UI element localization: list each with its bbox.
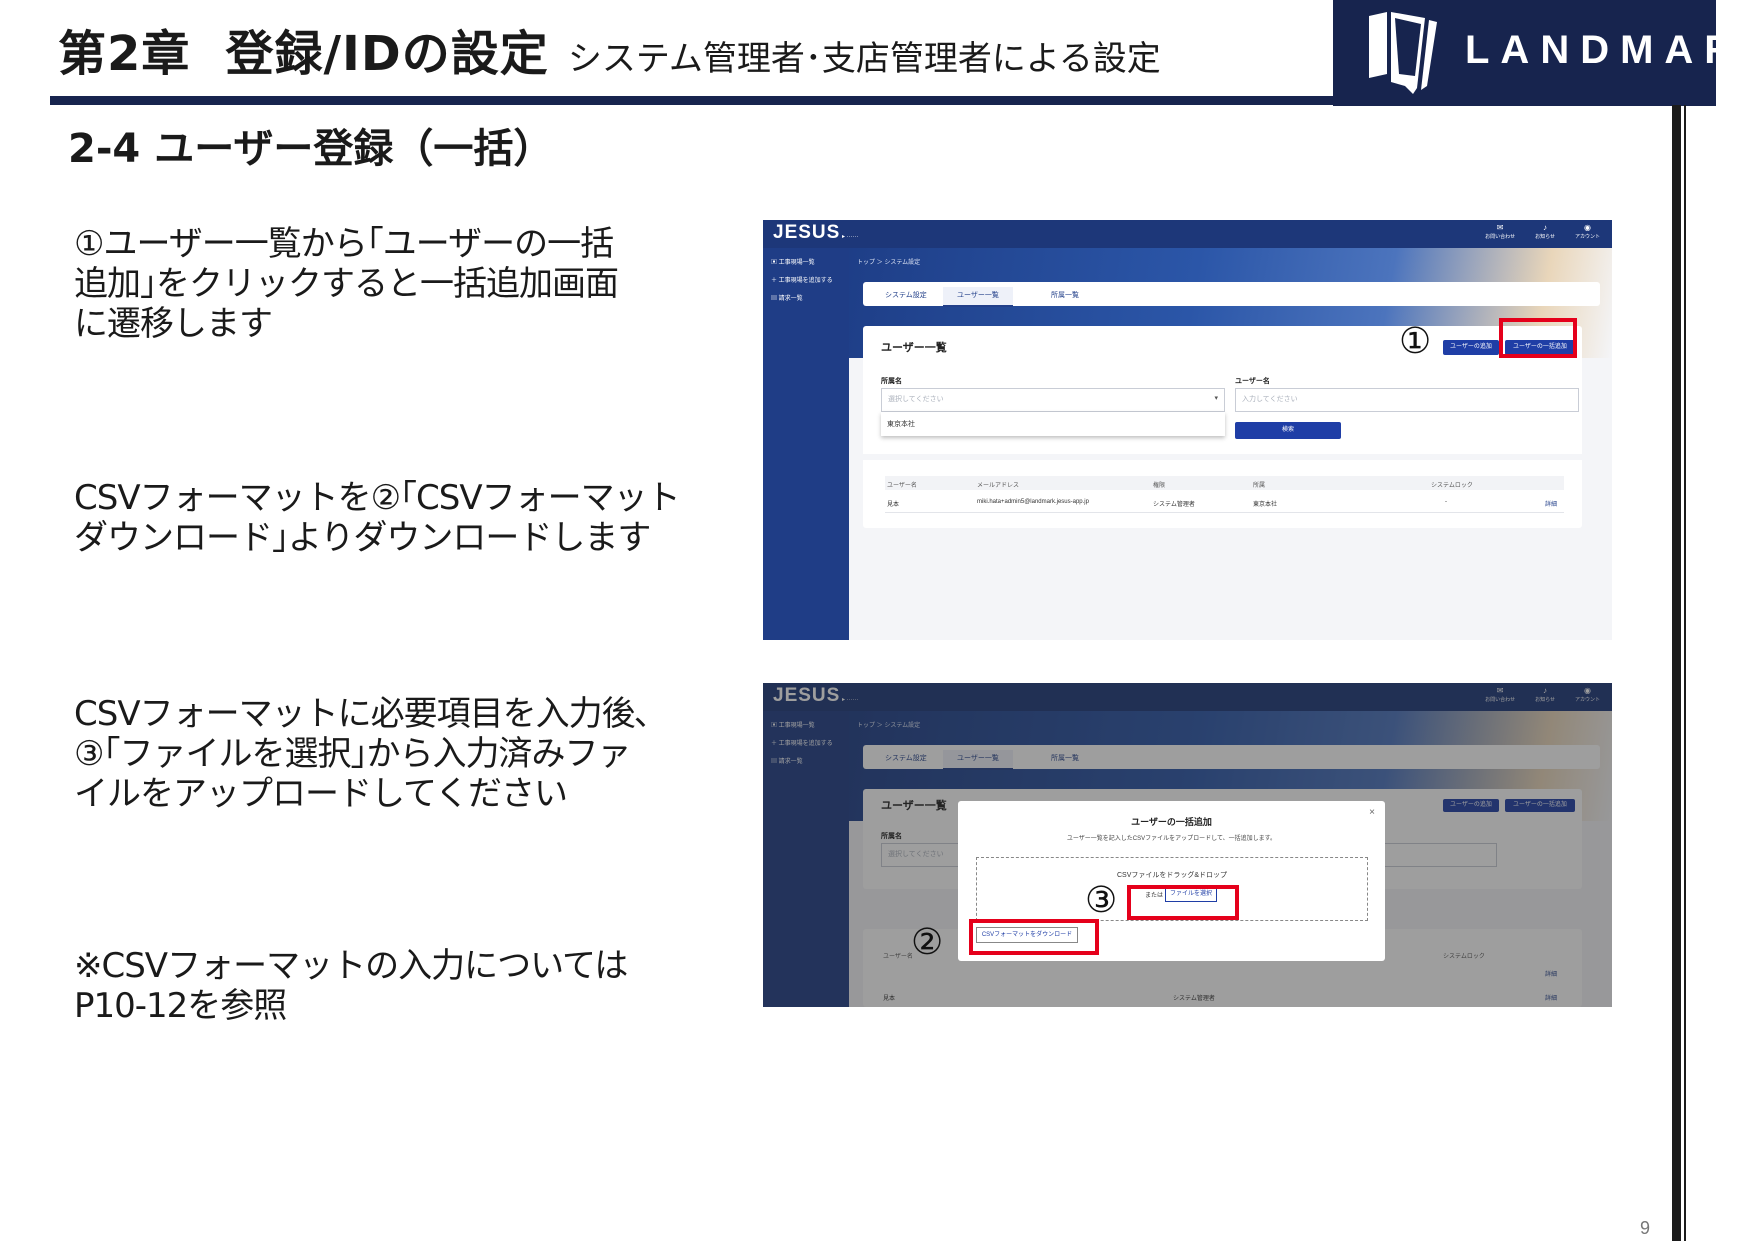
desc-line: P10-12を参照 (74, 986, 287, 1026)
desc-line: ダウンロード｣よりダウンロードします (74, 518, 651, 558)
marker-2: ② (911, 922, 944, 963)
modal-description: ユーザー一覧を記入したCSVファイルをアップロードして、一括追加します。 (1066, 836, 1277, 842)
mail-icon: ✉ (1496, 223, 1504, 232)
page-number: 9 (1640, 1218, 1651, 1238)
building-icon: ▣ (771, 260, 779, 266)
right-edge-bar (1672, 105, 1681, 1241)
app-topbar: JESUS ▸ ······ ✉ お問い合わせ ♪ お知らせ ◉ アカウント (763, 220, 1612, 248)
tab-system-settings[interactable]: システム設定 (885, 290, 927, 300)
desc-line: に遷移します (74, 304, 273, 344)
invoice-icon: ▤ (771, 296, 779, 302)
landmark-logo: LANDMARK (1333, 0, 1755, 106)
marker-3: ③ (1085, 880, 1118, 921)
nav-contact[interactable]: ✉ お問い合わせ (1485, 223, 1515, 240)
highlight-bulk-add (1499, 318, 1577, 358)
sidebar-item-billing[interactable]: ▤ 請求一覧 (771, 293, 849, 302)
search-button[interactable]: 検索 (1235, 422, 1341, 439)
step2-description: CSVフォーマットを②｢CSVフォーマット ダウンロード｣よりダウンロードします (74, 478, 681, 558)
td-org: 東京本社 (1253, 502, 1278, 508)
desc-line: ※CSVフォーマットの入力については (74, 946, 628, 986)
right-edge-line (1684, 105, 1686, 1241)
desc-line: ③｢ファイルを選択｣から入力済みファ (74, 734, 631, 774)
desc-line: イルをアップロードしてください (74, 774, 568, 814)
th-system-lock: システムロック (1431, 483, 1473, 489)
chapter-title: 登録/IDの設定 (225, 26, 549, 82)
user-name-label: ユーザー名 (1235, 378, 1270, 385)
highlight-csv-download (969, 919, 1099, 955)
org-placeholder: 選択してください (888, 396, 944, 403)
panel-divider (863, 454, 1582, 460)
org-dropdown: 東京本社 (881, 412, 1225, 436)
th-email: メールアドレス (977, 483, 1020, 489)
plus-icon: ＋ (771, 278, 779, 284)
account-icon: ◉ (1584, 223, 1591, 232)
org-label: 所属名 (881, 378, 902, 385)
app-brand: JESUS ▸ ······ (773, 222, 859, 243)
th-org: 所属 (1253, 483, 1266, 489)
modal-title: ユーザーの一括追加 (1131, 817, 1212, 827)
desc-line: 追加｣をクリックすると一括追加画面 (74, 264, 619, 304)
table-row: 見本 miki.hata+admin5@landmark.jesus-app.j… (885, 494, 1564, 513)
td-user-name: 見本 (887, 502, 900, 508)
nav-account[interactable]: ◉ アカウント (1575, 223, 1600, 240)
user-name-placeholder: 入力してください (1242, 396, 1298, 403)
settings-tabs: システム設定 ユーザー一覧 所属一覧 (863, 282, 1600, 307)
detail-link[interactable]: 詳細 (1545, 499, 1557, 508)
add-user-button[interactable]: ユーザーの追加 (1443, 340, 1499, 355)
chapter-subtitle: システム管理者･支店管理者による設定 (567, 39, 1161, 79)
desc-line: CSVフォーマットに必要項目を入力後､ (74, 694, 652, 734)
panel-title: ユーザー一覧 (881, 342, 947, 354)
chapter-heading: 第2章 登録/IDの設定 システム管理者･支店管理者による設定 (58, 14, 1161, 84)
drop-text: CSVファイルをドラッグ&ドロップ (1116, 872, 1228, 879)
marker-1: ① (1399, 321, 1432, 362)
td-role: システム管理者 (1153, 502, 1195, 508)
screenshot-bulk-add-modal: JESUS ▸ ······ ✉ お問い合わせ ♪ お知らせ ◉ アカウント ▣ 工事… (763, 683, 1612, 1007)
sidebar-item-add-site[interactable]: ＋ 工事現場を追加する (771, 275, 849, 284)
chevron-down-icon: ▾ (1214, 395, 1218, 402)
landmark-logo-mark-icon (1369, 12, 1437, 94)
csv-note: ※CSVフォーマットの入力については P10-12を参照 (74, 946, 628, 1026)
desc-line: ①ユーザー一覧から｢ユーザーの一括 (74, 224, 614, 264)
table-header-row: ユーザー名 メールアドレス 権限 所属 システムロック (885, 476, 1564, 490)
tab-org-list[interactable]: 所属一覧 (1051, 290, 1079, 300)
tab-user-list[interactable]: ユーザー一覧 (943, 287, 1013, 307)
sidebar-item-sites[interactable]: ▣ 工事現場一覧 (771, 257, 849, 266)
th-role: 権限 (1153, 483, 1166, 489)
section-title: 2-4 ユーザー登録（一括） (68, 126, 554, 172)
td-lock: - (1445, 499, 1447, 505)
desc-line: CSVフォーマットを②｢CSVフォーマット (74, 478, 681, 518)
nav-notice[interactable]: ♪ お知らせ (1535, 223, 1555, 240)
app-sidebar: ▣ 工事現場一覧 ＋ 工事現場を追加する ▤ 請求一覧 (763, 248, 849, 640)
landmark-logo-text: LANDMARK (1465, 28, 1755, 72)
header-rule (50, 96, 1333, 105)
breadcrumb: トップ ＞ システム設定 (857, 260, 921, 266)
th-user-name: ユーザー名 (887, 483, 917, 489)
user-name-input[interactable]: 入力してください (1235, 388, 1579, 412)
step3-description: CSVフォーマットに必要項目を入力後､ ③｢ファイルを選択｣から入力済みファ イ… (74, 694, 652, 814)
org-select[interactable]: 選択してください ▾ (881, 388, 1225, 412)
td-email: miki.hata+admin5@landmark.jesus-app.jp (977, 499, 1089, 505)
dropdown-option-tokyo[interactable]: 東京本社 (887, 419, 915, 429)
bell-icon: ♪ (1543, 223, 1548, 232)
user-list-panel: ユーザー一覧 ユーザーの追加 ユーザーの一括追加 所属名 選択してください ▾ … (863, 326, 1582, 528)
chapter-number: 第2章 (58, 26, 191, 82)
highlight-choose-file (1127, 885, 1239, 920)
screenshot-user-list: JESUS ▸ ······ ✉ お問い合わせ ♪ お知らせ ◉ アカウント ▣ 工事… (763, 220, 1612, 640)
step1-description: ①ユーザー一覧から｢ユーザーの一括 追加｣をクリックすると一括追加画面 に遷移し… (74, 224, 619, 344)
app-topnav: ✉ お問い合わせ ♪ お知らせ ◉ アカウント (1485, 223, 1600, 240)
